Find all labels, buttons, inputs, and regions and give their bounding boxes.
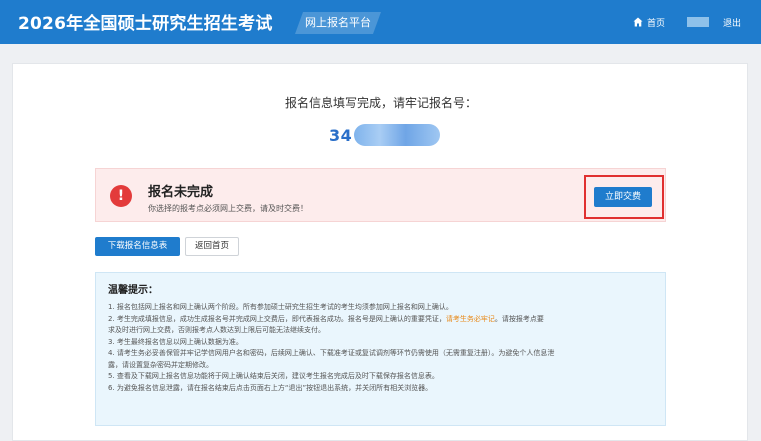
tip-text: 2. 考生完成填报信息，成功生成报名号并完成网上交费后，即代表报名成功。报名号是… <box>108 314 446 323</box>
tip-text: 。请按报考点要 <box>494 314 544 323</box>
tip-line: 3. 考生最终报名信息以网上确认数据为准。 <box>108 337 243 346</box>
registration-number-redacted <box>354 124 441 146</box>
back-home-button[interactable]: 返回首页 <box>185 237 239 256</box>
tip-line: 6. 为避免报名信息泄露，请在报名结束后点击页面右上方“退出”按钮退出系统，并关… <box>108 383 433 392</box>
tip-line: 5. 查看及下载网上报名信息功能将于网上确认结束后关闭，建议考生报名完成后及时下… <box>108 372 439 380</box>
completion-message: 报名信息填写完成，请牢记报名号： <box>284 96 477 110</box>
home-icon[interactable] <box>633 17 643 27</box>
main-card: 报名信息填写完成，请牢记报名号： 34 ! 报名未完成 你选择的报考点必须网上交… <box>12 63 748 441</box>
registration-number-prefix: 34 <box>329 125 353 145</box>
tips-title: 温馨提示： <box>108 285 158 296</box>
download-form-button[interactable]: 下载报名信息表 <box>95 237 180 256</box>
tip-line: 2. 考生完成填报信息，成功生成报名号并完成网上交费后，即代表报名成功。报名号是… <box>108 314 653 326</box>
incomplete-alert: ! 报名未完成 你选择的报考点必须网上交费，请及时交费！ 立即交费 <box>95 168 666 222</box>
exclamation-icon: ! <box>110 185 132 207</box>
platform-tag: 网上报名平台 <box>295 12 381 34</box>
nav-home-link[interactable]: 首页 <box>647 16 665 29</box>
top-bar: 2026年全国硕士研究生招生考试 网上报名平台 首页 退出 <box>0 0 761 44</box>
top-nav: 首页 退出 <box>633 15 741 29</box>
tip-line: 4. 请考生务必妥善保管并牢记学信网用户名和密码，后续网上确认、下载准考证或复试… <box>108 349 555 357</box>
alert-title: 报名未完成 <box>148 185 214 200</box>
tip-emphasis: 请考生务必牢记 <box>445 314 495 323</box>
pay-button-highlight: 立即交费 <box>584 175 664 219</box>
tip-line: 求及时进行网上交费，否则报考点人数达到上限后可能无法继续支付。 <box>108 326 325 334</box>
site-title: 2026年全国硕士研究生招生考试 <box>18 14 273 34</box>
user-name-redacted <box>686 17 709 27</box>
pay-now-button[interactable]: 立即交费 <box>594 187 652 207</box>
registration-number: 34 <box>329 122 441 148</box>
alert-subtitle: 你选择的报考点必须网上交费，请及时交费！ <box>148 204 308 213</box>
logout-link[interactable]: 退出 <box>723 16 741 29</box>
tip-line: 1. 报名包括网上报名和网上确认两个阶段。所有参加硕士研究生招生考试的考生均须参… <box>108 303 453 311</box>
tips-panel: 温馨提示： 1. 报名包括网上报名和网上确认两个阶段。所有参加硕士研究生招生考试… <box>95 272 666 426</box>
tip-line: 露，请设置复杂密码并定期修改。 <box>108 360 213 369</box>
